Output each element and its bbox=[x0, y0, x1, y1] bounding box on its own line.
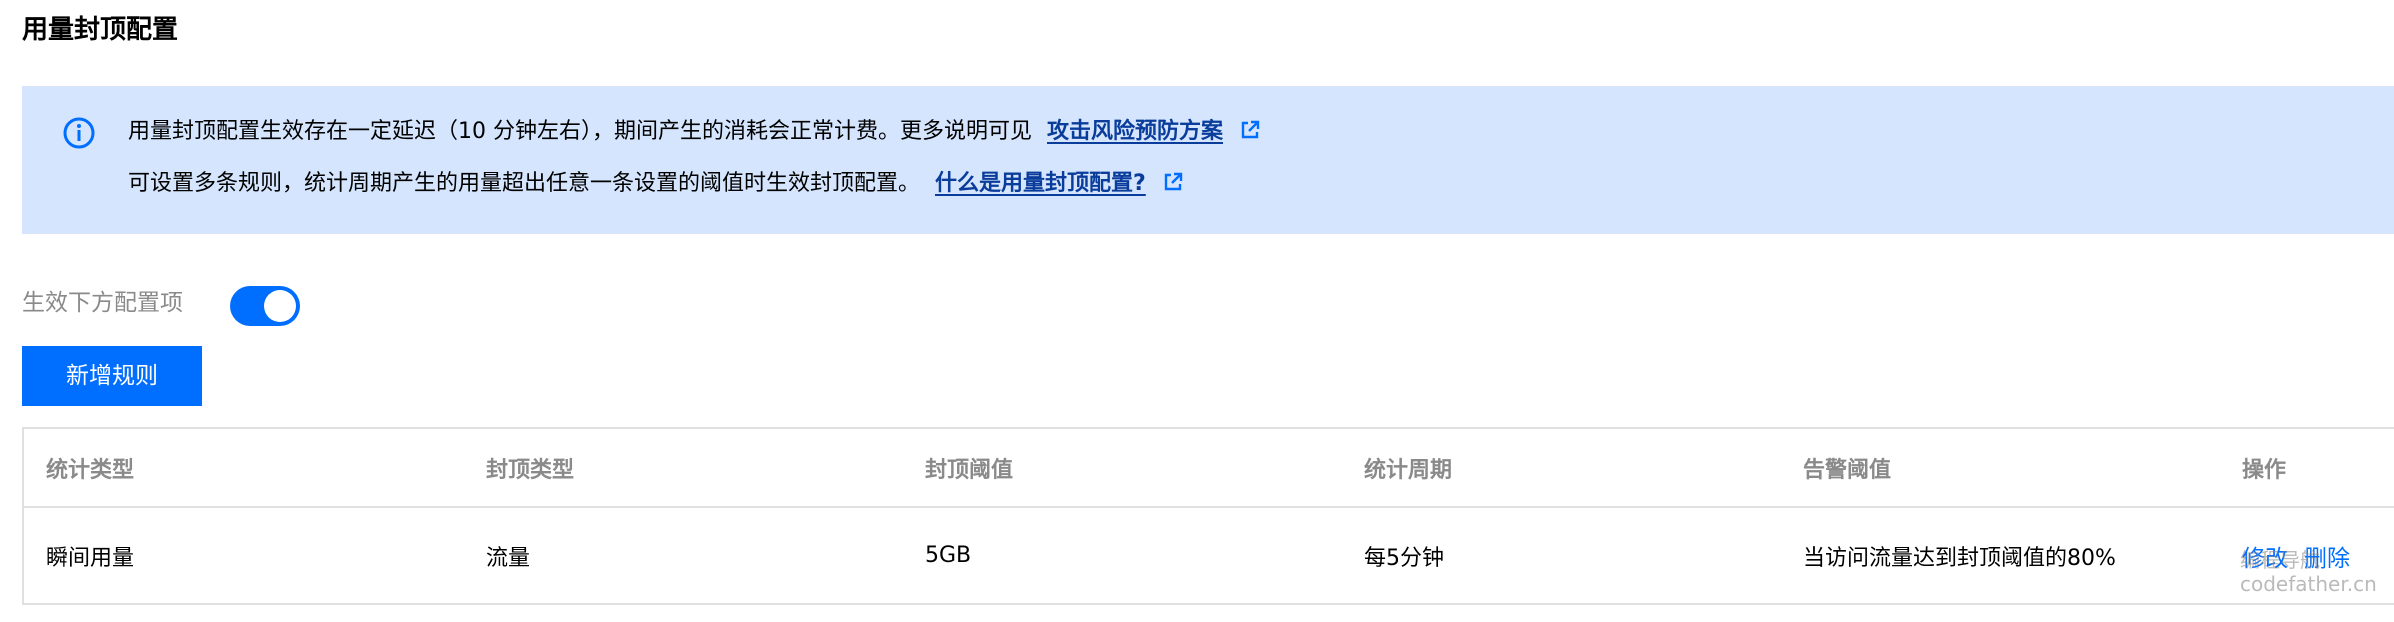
column-header-alert: 告警阈值 bbox=[1803, 457, 1892, 483]
toggle-label: 生效下方配置项 bbox=[22, 290, 183, 316]
what-is-cap-link[interactable]: 什么是用量封顶配置? bbox=[935, 171, 1146, 196]
page-title: 用量封顶配置 bbox=[22, 15, 179, 45]
notice-line-2: 可设置多条规则，统计周期产生的用量超出任意一条设置的阈值时生效封顶配置。 什么是… bbox=[128, 168, 1183, 200]
notice-text-2: 可设置多条规则，统计周期产生的用量超出任意一条设置的阈值时生效封顶配置。 bbox=[128, 171, 921, 196]
column-header-actions: 操作 bbox=[2242, 457, 2287, 483]
page: 用量封顶配置 用量封顶配置生效存在一定延迟（10 分钟左右），期间产生的消耗会正… bbox=[0, 0, 2394, 622]
cell-alert: 当访问流量达到封顶阈值的80% bbox=[1803, 545, 2116, 571]
column-header-period: 统计周期 bbox=[1364, 457, 1453, 483]
notice-banner: 用量封顶配置生效存在一定延迟（10 分钟左右），期间产生的消耗会正常计费。更多说… bbox=[22, 86, 2394, 234]
table-row: 瞬间用量 流量 5GB 每5分钟 当访问流量达到封顶阈值的80% 修改 删除 bbox=[24, 508, 2394, 603]
info-icon bbox=[63, 117, 95, 149]
cell-cap-type: 流量 bbox=[486, 545, 531, 571]
cell-period: 每5分钟 bbox=[1364, 545, 1444, 571]
external-link-icon[interactable] bbox=[1240, 120, 1260, 140]
enable-config-toggle[interactable] bbox=[230, 286, 300, 326]
add-rule-button[interactable]: 新增规则 bbox=[22, 346, 202, 406]
attack-risk-link[interactable]: 攻击风险预防方案 bbox=[1047, 119, 1223, 144]
notice-line-1: 用量封顶配置生效存在一定延迟（10 分钟左右），期间产生的消耗会正常计费。更多说… bbox=[128, 116, 1260, 148]
column-header-cap-type: 封顶类型 bbox=[486, 457, 575, 483]
column-header-stat-type: 统计类型 bbox=[46, 457, 135, 483]
table-header: 统计类型 封顶类型 封顶阈值 统计周期 告警阈值 操作 bbox=[24, 429, 2394, 508]
notice-text-1: 用量封顶配置生效存在一定延迟（10 分钟左右），期间产生的消耗会正常计费。更多说… bbox=[128, 119, 1032, 144]
watermark-line-1: 编程导航 bbox=[2240, 548, 2320, 572]
cell-stat-type: 瞬间用量 bbox=[46, 545, 135, 571]
watermark-line-2: codefather.cn bbox=[2240, 572, 2377, 596]
cell-threshold: 5GB bbox=[925, 543, 972, 568]
rules-table: 统计类型 封顶类型 封顶阈值 统计周期 告警阈值 操作 瞬间用量 流量 5GB … bbox=[22, 427, 2394, 605]
external-link-icon[interactable] bbox=[1163, 172, 1183, 192]
watermark: 编程导航 codefather.cn bbox=[2240, 548, 2377, 596]
toggle-knob bbox=[264, 290, 296, 322]
column-header-threshold: 封顶阈值 bbox=[925, 457, 1014, 483]
